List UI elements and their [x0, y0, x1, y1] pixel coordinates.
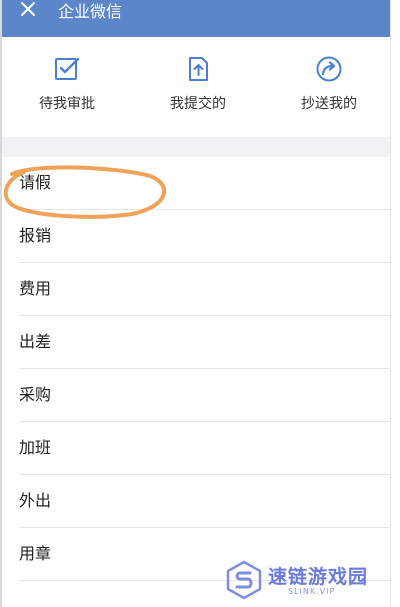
watermark-subtext: SLINK.VIP — [288, 587, 336, 596]
app-window: 企业微信 待我审批 我提交的 抄送我的 请假 报销 费用 出差 采购 加班 外出… — [2, 0, 390, 607]
right-edge — [390, 0, 400, 607]
checkbox-icon — [55, 57, 80, 80]
forward-arrow-icon — [316, 56, 342, 82]
close-button[interactable] — [16, 0, 44, 28]
pending-approval-button[interactable]: 待我审批 — [7, 55, 127, 125]
cc-to-me-label: 抄送我的 — [301, 96, 357, 112]
cc-to-me-button[interactable]: 抄送我的 — [269, 55, 389, 125]
row-divider — [19, 580, 390, 581]
section-divider — [2, 137, 390, 157]
upload-document-icon — [189, 57, 208, 81]
list-item-label: 报销 — [19, 226, 52, 245]
approval-type-list: 请假 报销 费用 出差 采购 加班 外出 用章 — [2, 157, 390, 581]
close-icon — [21, 2, 35, 16]
pending-approval-label: 待我审批 — [39, 96, 95, 112]
list-item-purchase[interactable]: 采购 — [2, 369, 390, 422]
list-item-label: 费用 — [19, 279, 52, 298]
title-bar: 企业微信 — [2, 0, 390, 37]
list-item-label: 加班 — [19, 438, 52, 457]
list-item-leave[interactable]: 请假 — [2, 157, 390, 210]
list-item-label: 采购 — [19, 385, 52, 404]
list-item-overtime[interactable]: 加班 — [2, 422, 390, 475]
page-title: 企业微信 — [58, 2, 123, 21]
list-item-going-out[interactable]: 外出 — [2, 475, 390, 528]
list-item-reimbursement[interactable]: 报销 — [2, 210, 390, 263]
submitted-label: 我提交的 — [170, 96, 226, 112]
list-item-label: 外出 — [19, 491, 52, 510]
list-item-label: 出差 — [19, 332, 52, 351]
list-item-label: 用章 — [19, 544, 52, 563]
list-item-seal[interactable]: 用章 — [2, 528, 390, 581]
list-item-label: 请假 — [19, 173, 52, 192]
list-item-expense[interactable]: 费用 — [2, 263, 390, 316]
approval-actions: 待我审批 我提交的 抄送我的 — [2, 37, 390, 137]
submitted-button[interactable]: 我提交的 — [138, 55, 258, 125]
list-item-business-trip[interactable]: 出差 — [2, 316, 390, 369]
